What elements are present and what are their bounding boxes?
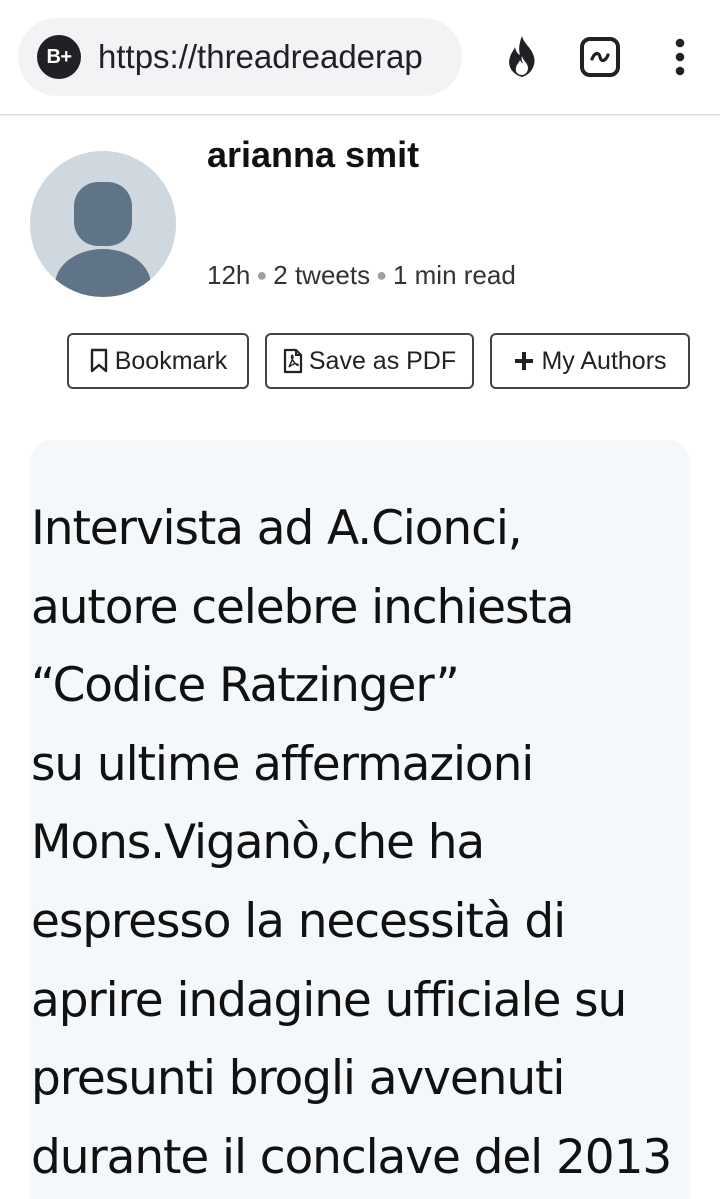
my-authors-button[interactable]: My Authors: [490, 333, 690, 389]
post-time: 12h: [207, 260, 251, 290]
tweet-count: 2 tweets: [273, 260, 371, 290]
bookmark-button[interactable]: Bookmark: [67, 333, 249, 389]
save-as-pdf-button[interactable]: Save as PDF: [265, 333, 474, 389]
default-avatar-icon: [30, 151, 176, 297]
tab-switcher-icon[interactable]: [575, 30, 625, 84]
author-name[interactable]: arianna smit: [207, 134, 419, 176]
url-text[interactable]: https://threadreaderap: [98, 38, 423, 76]
separator-dot: ●: [256, 265, 268, 285]
more-vert-icon[interactable]: [655, 30, 705, 84]
pdf-file-icon: [283, 348, 302, 374]
bookmark-label: Bookmark: [114, 346, 228, 375]
address-bar[interactable]: B+ https://threadreaderap: [18, 18, 462, 96]
separator-dot: ●: [376, 265, 387, 285]
fire-icon[interactable]: [497, 30, 547, 84]
my-authors-label: My Authors: [541, 346, 667, 375]
thread-meta: 12h ● 2 tweets ● 1 min read: [207, 260, 516, 291]
pdf-label: Save as PDF: [308, 346, 457, 375]
read-time: 1 min read: [392, 260, 516, 290]
avatar[interactable]: [30, 151, 176, 297]
site-info-badge[interactable]: B+: [37, 35, 81, 79]
page: B+ https://threadreaderap arianna smit 1…: [0, 0, 720, 1199]
bookmark-icon: [90, 348, 107, 373]
tweet-text: Intervista ad A.Cionci, autore celebre i…: [31, 501, 672, 1185]
browser-toolbar: B+ https://threadreaderap: [0, 0, 720, 115]
plus-icon: [515, 352, 534, 370]
